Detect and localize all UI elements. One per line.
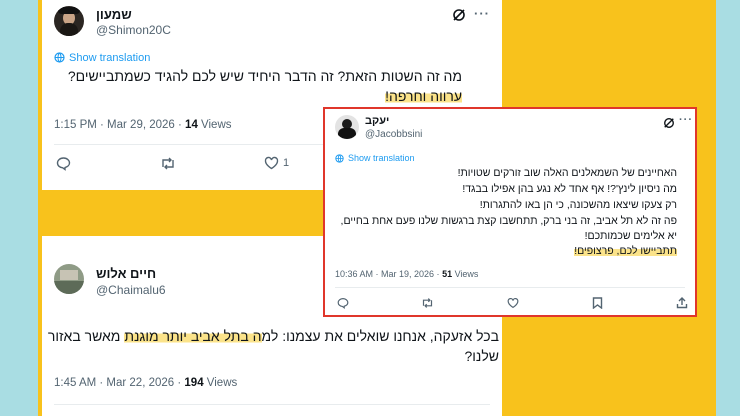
- author-name[interactable]: חיים אלוש: [96, 266, 156, 281]
- bookmark-icon: [592, 297, 603, 309]
- highlighted-text: ערווה וחרפה!: [385, 88, 462, 104]
- author-name[interactable]: יעקב: [365, 115, 389, 127]
- repost-button[interactable]: [160, 156, 176, 171]
- tweet-text-line: רק צעקו שיצאו מהשכונה, כי הן באו להתגרות…: [479, 199, 677, 211]
- more-options-icon[interactable]: ···: [474, 6, 490, 21]
- tweet-timestamp[interactable]: 1:45 AM · Mar 22, 2026 · 194 Views: [54, 377, 237, 389]
- text-segment: מאשר באזור: [47, 328, 125, 344]
- tweet-text-line: מה ניסיון לינץ'?! אף אחד לא נגע בהן אפיל…: [462, 183, 677, 195]
- tweet-text-line: יא אלימים שכמותכם!: [584, 230, 677, 242]
- tweet-text-line: האחיינים של השמאלנים האלה שוב זורקים שטו…: [457, 167, 677, 179]
- like-button[interactable]: 1: [264, 156, 289, 170]
- avatar[interactable]: [335, 115, 359, 139]
- grok-icon[interactable]: [452, 8, 466, 27]
- like-count: 1: [283, 157, 290, 169]
- like-button[interactable]: [507, 297, 519, 309]
- show-translation-link[interactable]: Show translation: [54, 52, 150, 64]
- divider: [335, 287, 685, 288]
- reply-button[interactable]: [337, 297, 349, 309]
- show-translation-label: Show translation: [69, 52, 151, 64]
- highlighted-text: תתביישו לכם, פרצופים!: [574, 245, 677, 257]
- author-handle[interactable]: @Shimon20C: [96, 23, 171, 37]
- tweet-text-line: שלנו?: [464, 348, 499, 364]
- divider: [54, 404, 490, 405]
- views-label: Views: [203, 377, 238, 389]
- tweet-text-line: מה זה השטות הזאת? זה הדבר היחיד שיש לכם …: [67, 68, 462, 84]
- avatar[interactable]: [54, 6, 84, 36]
- repost-icon: [162, 157, 174, 170]
- author-handle[interactable]: @Chaimalu6: [96, 283, 166, 297]
- tweet-card-jacob: יעקב @Jacobbsini ··· Show translation הא…: [323, 107, 697, 317]
- translate-icon: [335, 154, 344, 163]
- views-count: 194: [184, 377, 204, 389]
- tweet-text-line: תתביישו לכם, פרצופים!: [574, 245, 677, 257]
- reply-icon: [56, 157, 71, 171]
- time-text: 10:36 AM · Mar 19, 2026 ·: [335, 269, 443, 279]
- heart-icon: [507, 298, 519, 309]
- tweet-timestamp[interactable]: 10:36 AM · Mar 19, 2026 · 51 Views: [335, 269, 478, 279]
- share-icon: [676, 297, 688, 309]
- text-segment: בכל אזעקה, אנחנו שואלים את עצמנו: למ: [261, 328, 499, 344]
- more-options-icon[interactable]: ···: [679, 114, 693, 126]
- repost-icon: [422, 298, 433, 308]
- tweet-text-line: ערווה וחרפה!: [385, 88, 462, 104]
- time-text: 1:45 AM · Mar 22, 2026 ·: [54, 377, 185, 389]
- views-label: Views: [452, 269, 479, 279]
- views-count: 51: [442, 269, 453, 279]
- show-translation-link[interactable]: Show translation: [335, 153, 415, 163]
- tweet-text-line: פה זה לא תל אביב, זה בני ברק, תתחשבו קצת…: [340, 215, 677, 227]
- views-label: Views: [197, 119, 232, 131]
- grok-icon[interactable]: [663, 116, 675, 134]
- author-name[interactable]: שמעון: [96, 7, 132, 22]
- tweet-timestamp[interactable]: 1:15 PM · Mar 29, 2026 · 14 Views: [54, 119, 232, 131]
- author-handle[interactable]: @Jacobbsini: [365, 129, 422, 140]
- heart-icon: [264, 156, 279, 170]
- time-text: 1:15 PM · Mar 29, 2026 ·: [54, 119, 186, 131]
- share-button[interactable]: [676, 297, 688, 309]
- show-translation-label: Show translation: [348, 153, 415, 163]
- repost-button[interactable]: [421, 297, 434, 309]
- translate-icon: [54, 52, 65, 63]
- tweet-text-line: בכל אזעקה, אנחנו שואלים את עצמנו: למה בת…: [48, 328, 499, 344]
- right-edge-strip: [716, 0, 740, 416]
- reply-icon: [337, 297, 349, 309]
- highlighted-text: ה בתל אביב יותר מוגנת: [124, 328, 262, 344]
- avatar[interactable]: [54, 264, 84, 294]
- left-edge-strip: [0, 0, 38, 416]
- bookmark-button[interactable]: [592, 297, 603, 309]
- reply-button[interactable]: [56, 156, 71, 171]
- views-count: 14: [185, 119, 198, 131]
